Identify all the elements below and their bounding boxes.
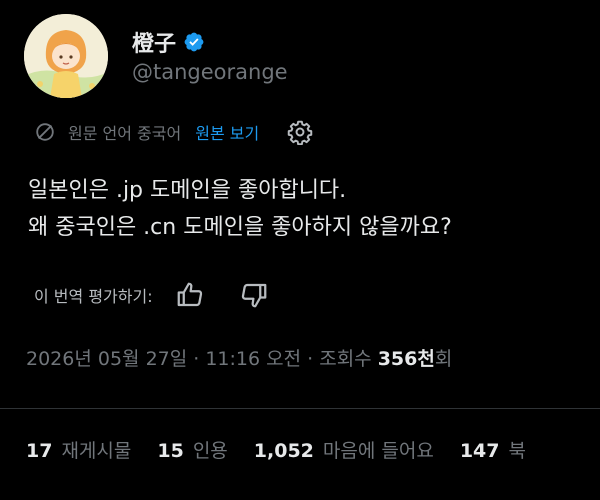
translate-icon <box>36 123 54 141</box>
translation-note: 원문 언어 중국어 <box>68 124 182 143</box>
post-meta: 2026년 05월 27일 · 11:16 오전 · 조회수 356천회 <box>26 344 452 371</box>
likes-label: 마음에 들어요 <box>322 440 434 462</box>
rate-translation-row: 이 번역 평가하기: <box>34 280 269 310</box>
verified-badge-icon <box>184 32 204 52</box>
thumbs-down-icon[interactable] <box>239 280 269 310</box>
timestamp[interactable]: 2026년 05월 27일 · 11:16 오전 · 조회수 <box>26 348 378 370</box>
author-handle[interactable]: @tangeorange <box>132 60 288 84</box>
quotes-count: 15 <box>157 440 184 462</box>
rate-translation-label: 이 번역 평가하기: <box>34 287 153 306</box>
reposts-stat[interactable]: 17 재게시물 <box>26 436 131 463</box>
quotes-label: 인용 <box>192 440 228 462</box>
divider <box>0 408 600 409</box>
likes-stat[interactable]: 1,052 마음에 들어요 <box>254 436 434 463</box>
views-count: 356천 <box>377 348 435 370</box>
views-suffix: 회 <box>434 348 453 370</box>
bookmarks-stat[interactable]: 147 북 <box>460 436 526 463</box>
display-name[interactable]: 橙子 <box>132 26 176 58</box>
likes-count: 1,052 <box>253 440 314 462</box>
post-text: 일본인은 .jp 도메인을 좋아합니다. 왜 중국인은 .cn 도메인을 좋아하… <box>28 172 588 246</box>
reposts-count: 17 <box>26 440 53 462</box>
show-original-link[interactable]: 원본 보기 <box>195 120 259 144</box>
bookmarks-label: 북 <box>508 440 526 462</box>
author-name-row[interactable]: 橙子 <box>132 26 205 58</box>
reposts-label: 재게시물 <box>61 440 132 462</box>
avatar[interactable] <box>24 14 108 98</box>
thumbs-up-icon[interactable] <box>175 280 205 310</box>
translation-bar: 원문 언어 중국어 원본 보기 <box>34 118 313 146</box>
bookmarks-count: 147 <box>459 440 500 462</box>
gear-icon[interactable] <box>287 119 313 145</box>
quotes-stat[interactable]: 15 인용 <box>157 436 227 463</box>
engagement-stats: 17 재게시물 15 인용 1,052 마음에 들어요 147 북 <box>26 436 526 463</box>
post-line: 일본인은 .jp 도메인을 좋아합니다. <box>28 178 347 203</box>
post-line: 왜 중국인은 .cn 도메인을 좋아하지 않을까요? <box>28 215 452 240</box>
